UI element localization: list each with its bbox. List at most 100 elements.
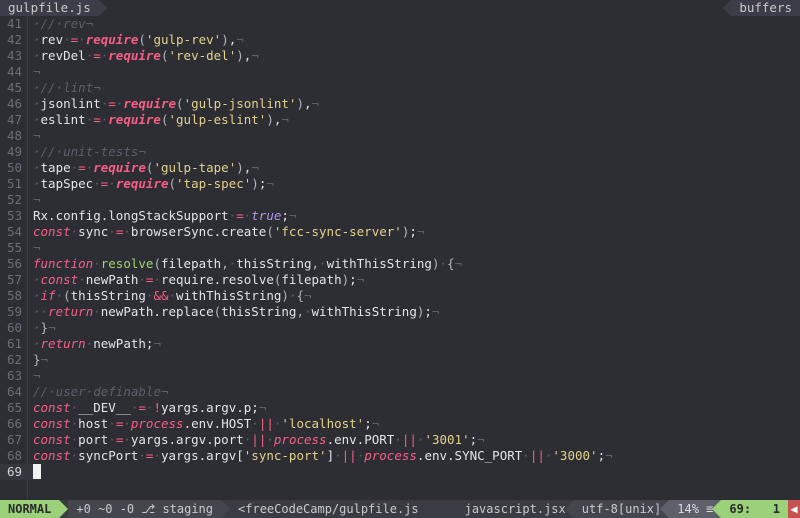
line-number: 47 [0, 112, 27, 128]
line-content: ·//·lint¬ [27, 80, 101, 96]
line-number: 48 [0, 128, 27, 144]
line-content: }¬ [27, 352, 48, 368]
code-line[interactable]: 69 [0, 464, 800, 480]
code-line[interactable]: 58·if·(thisString·&&·withThisString)·{¬ [0, 288, 800, 304]
code-line[interactable]: 56function·resolve(filepath,·thisString,… [0, 256, 800, 272]
git-segment: +0 ~0 -0 ⎇ staging [68, 500, 221, 518]
line-number: 59 [0, 304, 27, 320]
line-number: 50 [0, 160, 27, 176]
code-line[interactable]: 43·revDel·=·require('rev-del'),¬ [0, 48, 800, 64]
line-content: ·revDel·=·require('rev-del'),¬ [27, 48, 259, 64]
line-content: ¬ [27, 128, 41, 144]
line-content: ·if·(thisString·&&·withThisString)·{¬ [27, 288, 312, 304]
line-number: 43 [0, 48, 27, 64]
line-content: ·jsonlint·=·require('gulp-jsonlint'),¬ [27, 96, 319, 112]
line-content: ·//·unit-tests¬ [27, 144, 146, 160]
code-line[interactable]: 63¬ [0, 368, 800, 384]
code-line[interactable]: 41·//·rev¬ [0, 16, 800, 32]
line-content: const·host·=·process.env.HOST·||·'localh… [27, 416, 379, 432]
code-line[interactable]: 59··return·newPath.replace(thisString,·w… [0, 304, 800, 320]
line-content: ·tapSpec·=·require('tap-spec');¬ [27, 176, 274, 192]
line-content: //·user·definable¬ [27, 384, 169, 400]
code-line[interactable]: 66const·host·=·process.env.HOST·||·'loca… [0, 416, 800, 432]
line-number: 69: [729, 501, 751, 517]
percent: 14% [677, 501, 699, 517]
line-number: 55 [0, 240, 27, 256]
encoding: utf-8[unix] [582, 501, 661, 517]
code-line[interactable]: 64//·user·definable¬ [0, 384, 800, 400]
code-line[interactable]: 51·tapSpec·=·require('tap-spec');¬ [0, 176, 800, 192]
code-area[interactable]: 41·//·rev¬42·rev·=·require('gulp-rev'),¬… [0, 16, 800, 500]
tab-current-file[interactable]: gulpfile.js [0, 0, 99, 16]
code-line[interactable]: 46·jsonlint·=·require('gulp-jsonlint'),¬ [0, 96, 800, 112]
code-line[interactable]: 67const·port·=·yargs.argv.port·||·proces… [0, 432, 800, 448]
code-line[interactable]: 45·//·lint¬ [0, 80, 800, 96]
line-content: ¬ [27, 192, 41, 208]
tab-label: buffers [739, 0, 792, 16]
git-stats: +0 ~0 -0 [76, 501, 134, 517]
line-number: 51 [0, 176, 27, 192]
line-content: const·__DEV__·=·!yargs.argv.p;¬ [27, 400, 266, 416]
file-path: <freeCodeCamp/gulpfile.js [238, 501, 419, 517]
code-line[interactable]: 47·eslint·=·require('gulp-eslint'),¬ [0, 112, 800, 128]
line-content: ·tape·=·require('gulp-tape'),¬ [27, 160, 259, 176]
error-icon: ◀ [790, 501, 797, 517]
line-number: 62 [0, 352, 27, 368]
line-number: 69 [0, 464, 27, 480]
tabline-spacer [99, 0, 732, 16]
code-line[interactable]: 49·//·unit-tests¬ [0, 144, 800, 160]
line-number: 41 [0, 16, 27, 32]
col-number-val: 1 [773, 501, 780, 517]
tabline: gulpfile.js buffers [0, 0, 800, 16]
line-number: 45 [0, 80, 27, 96]
line-content: Rx.config.longStackSupport·=·true;¬ [27, 208, 296, 224]
code-line[interactable]: 54const·sync·=·browserSync.create('fcc-s… [0, 224, 800, 240]
col-number [751, 501, 773, 517]
line-content: ·return·newPath;¬ [27, 336, 161, 352]
code-line[interactable]: 52¬ [0, 192, 800, 208]
error-indicator[interactable]: ◀ [788, 500, 800, 518]
mode-indicator: NORMAL [0, 500, 59, 518]
line-number: 52 [0, 192, 27, 208]
line-content: ·eslint·=·require('gulp-eslint'),¬ [27, 112, 289, 128]
code-line[interactable]: 57·const·newPath·=·require.resolve(filep… [0, 272, 800, 288]
line-number: 56 [0, 256, 27, 272]
code-line[interactable]: 68const·syncPort·=·yargs.argv['sync-port… [0, 448, 800, 464]
filetype-segment: javascript.jsx [457, 500, 574, 518]
code-line[interactable]: 53Rx.config.longStackSupport·=·true;¬ [0, 208, 800, 224]
encoding-segment: utf-8[unix] [574, 500, 669, 518]
line-number: 67 [0, 432, 27, 448]
line-content: const·port·=·yargs.argv.port·||·process.… [27, 432, 485, 448]
tab-buffers[interactable]: buffers [731, 0, 800, 16]
code-line[interactable]: 62}¬ [0, 352, 800, 368]
filetype: javascript.jsx [465, 501, 566, 517]
line-content: function·resolve(filepath,·thisString,·w… [27, 256, 462, 272]
code-line[interactable]: 48¬ [0, 128, 800, 144]
code-line[interactable]: 55¬ [0, 240, 800, 256]
editor-window: gulpfile.js buffers 41·//·rev¬42·rev·=·r… [0, 0, 800, 518]
file-path-segment: <freeCodeCamp/gulpfile.js [230, 500, 427, 518]
code-line[interactable]: 42·rev·=·require('gulp-rev'),¬ [0, 32, 800, 48]
line-number: 44 [0, 64, 27, 80]
mode-text: NORMAL [8, 501, 51, 517]
line-number: 49 [0, 144, 27, 160]
code-line[interactable]: 61·return·newPath;¬ [0, 336, 800, 352]
line-content: ·}¬ [27, 320, 56, 336]
line-number: 60 [0, 320, 27, 336]
line-content: const·sync·=·browserSync.create('fcc-syn… [27, 224, 424, 240]
code-line[interactable]: 65const·__DEV__·=·!yargs.argv.p;¬ [0, 400, 800, 416]
line-number: 61 [0, 336, 27, 352]
tab-label: gulpfile.js [8, 0, 91, 16]
line-number: 57 [0, 272, 27, 288]
line-number: 54 [0, 224, 27, 240]
line-number: 53 [0, 208, 27, 224]
code-line[interactable]: 60·}¬ [0, 320, 800, 336]
line-number: 66 [0, 416, 27, 432]
git-branch: staging [162, 501, 213, 517]
position-segment: 69: 1 [721, 500, 788, 518]
line-number: 46 [0, 96, 27, 112]
code-line[interactable]: 44¬ [0, 64, 800, 80]
line-number: 63 [0, 368, 27, 384]
status-spacer [427, 500, 457, 518]
code-line[interactable]: 50·tape·=·require('gulp-tape'),¬ [0, 160, 800, 176]
